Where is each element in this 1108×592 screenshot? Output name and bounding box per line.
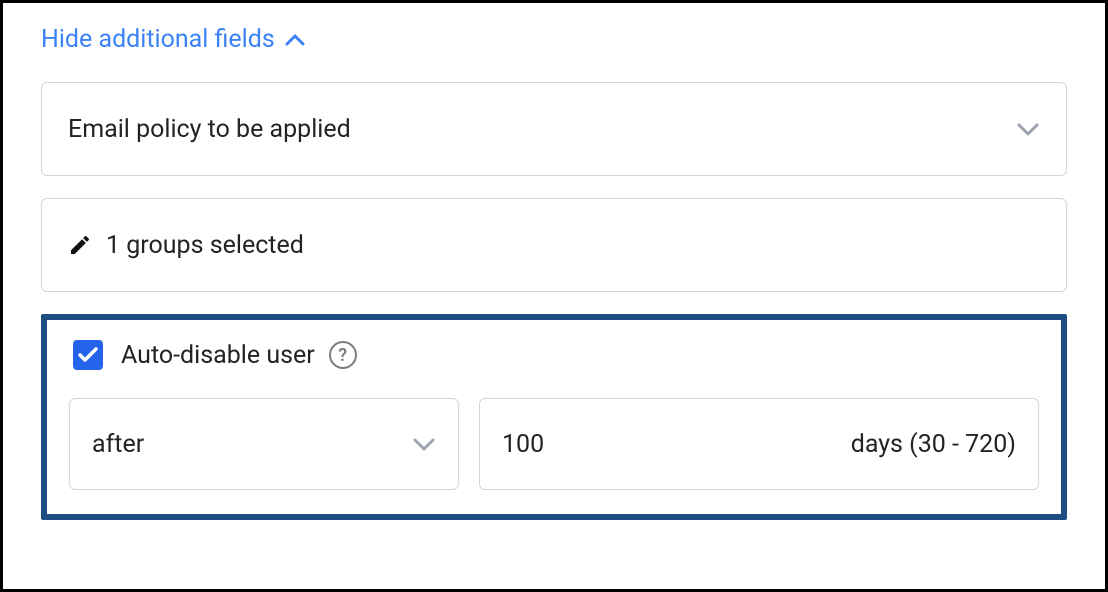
email-policy-select[interactable]: Email policy to be applied xyxy=(41,82,1067,176)
toggle-label: Hide additional fields xyxy=(41,25,275,54)
timing-value: after xyxy=(92,430,144,459)
chevron-down-icon xyxy=(1016,121,1040,137)
auto-disable-row: Auto-disable user ? xyxy=(69,340,1039,370)
auto-disable-days-field[interactable]: days (30 - 720) xyxy=(479,398,1039,490)
auto-disable-section: Auto-disable user ? after days (30 - 720… xyxy=(41,314,1067,520)
auto-disable-checkbox[interactable] xyxy=(73,340,103,370)
chevron-down-icon xyxy=(412,436,436,452)
auto-disable-label: Auto-disable user xyxy=(121,341,315,370)
hide-additional-fields-toggle[interactable]: Hide additional fields xyxy=(41,21,305,54)
days-input[interactable] xyxy=(502,430,642,459)
days-range-label: days (30 - 720) xyxy=(851,430,1016,459)
groups-selector[interactable]: 1 groups selected xyxy=(41,198,1067,292)
pencil-icon xyxy=(68,233,92,257)
chevron-up-icon xyxy=(285,33,305,47)
auto-disable-timing-select[interactable]: after xyxy=(69,398,459,490)
email-policy-placeholder: Email policy to be applied xyxy=(68,115,351,144)
help-icon[interactable]: ? xyxy=(329,341,357,369)
groups-selected-text: 1 groups selected xyxy=(106,231,304,260)
auto-disable-inputs: after days (30 - 720) xyxy=(69,398,1039,490)
